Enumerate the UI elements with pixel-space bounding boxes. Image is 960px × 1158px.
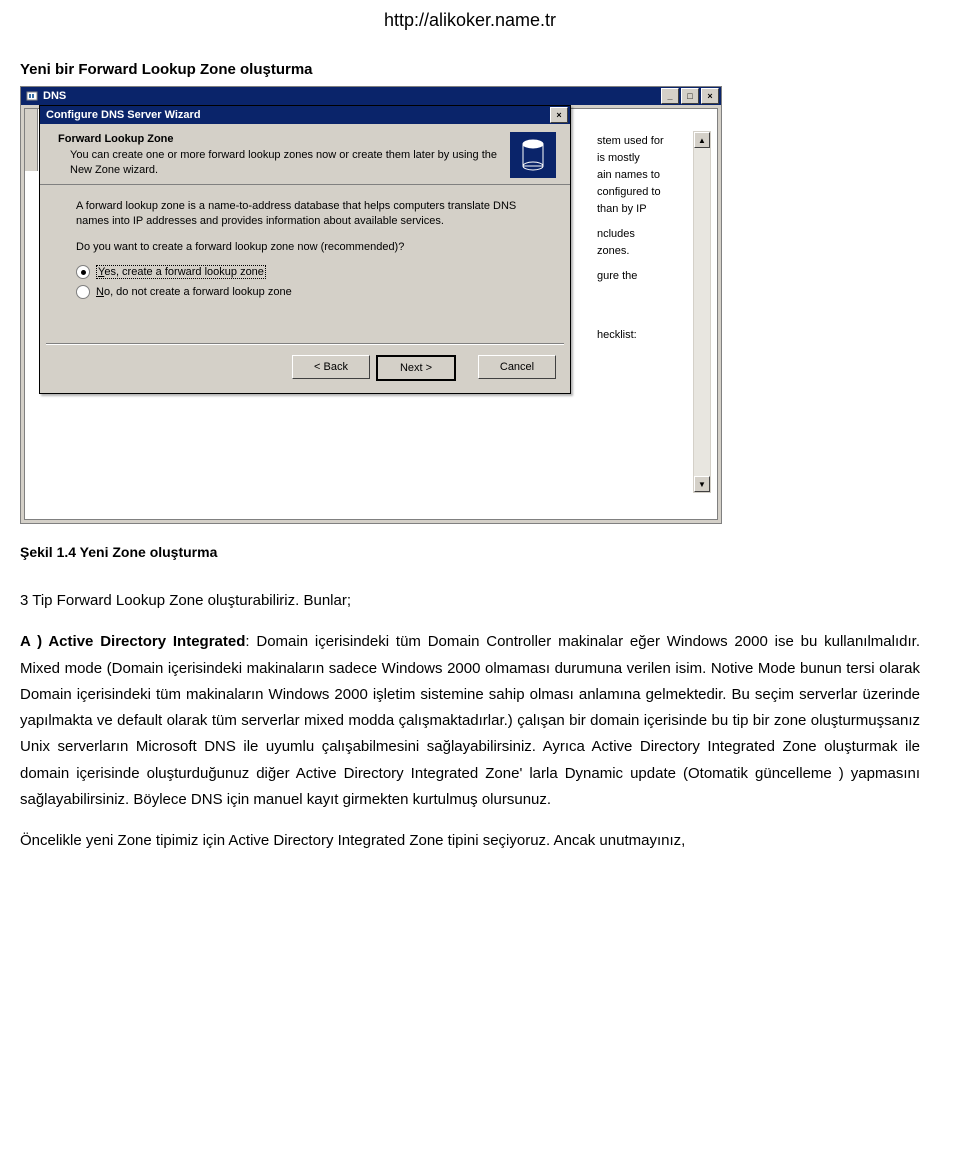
- radio-no-indicator: [76, 285, 90, 299]
- page-header-url: http://alikoker.name.tr: [20, 0, 920, 61]
- wizard-body: A forward lookup zone is a name-to-addre…: [40, 185, 570, 313]
- bg-text-line: hecklist:: [597, 327, 709, 344]
- paragraph-2-bold: A ) Active Directory Integrated: [20, 633, 245, 650]
- screenshot-area: DNS _ □ × ▲ ▼ stem used for is mostly ai…: [20, 86, 920, 524]
- wizard-header-subtitle: You can create one or more forward looku…: [70, 148, 502, 178]
- background-text-fragment: stem used for is mostly ain names to con…: [597, 133, 709, 344]
- wizard-question: Do you want to create a forward lookup z…: [76, 240, 548, 255]
- bg-text-line: than by IP: [597, 201, 709, 218]
- radio-no-accelerator: N: [96, 286, 104, 298]
- scroll-down-button[interactable]: ▼: [694, 476, 710, 492]
- dialog-close-button[interactable]: ×: [550, 107, 568, 123]
- radio-no-label: No, do not create a forward lookup zone: [96, 286, 292, 298]
- wizard-button-row: < Back Next > Cancel: [40, 345, 570, 393]
- window-controls: _ □ ×: [661, 88, 719, 104]
- mmc-inner-frame: ▲ ▼ stem used for is mostly ain names to…: [24, 108, 718, 520]
- article-paragraph-2: A ) Active Directory Integrated: Domain …: [20, 629, 920, 813]
- radio-no-text: o, do not create a forward lookup zone: [104, 286, 292, 298]
- minimize-button[interactable]: _: [661, 88, 679, 104]
- radio-yes-text: es, create a forward lookup zone: [104, 266, 264, 278]
- bg-text-line: zones.: [597, 243, 709, 260]
- toolbar-strip: [25, 109, 38, 171]
- mmc-title-text: DNS: [43, 90, 661, 102]
- radio-yes[interactable]: Yes, create a forward lookup zone: [76, 265, 548, 279]
- dns-icon: [25, 89, 39, 103]
- wizard-icon: [510, 132, 556, 178]
- paragraph-2-rest: : Domain içerisindeki tüm Domain Control…: [20, 633, 920, 808]
- article-paragraph-1: 3 Tip Forward Lookup Zone oluşturabiliri…: [20, 588, 920, 614]
- bg-text-line: configured to: [597, 184, 709, 201]
- radio-yes-label: Yes, create a forward lookup zone: [96, 265, 266, 279]
- next-button[interactable]: Next >: [376, 355, 456, 381]
- wizard-description: A forward lookup zone is a name-to-addre…: [76, 199, 548, 230]
- maximize-button[interactable]: □: [681, 88, 699, 104]
- radio-no[interactable]: No, do not create a forward lookup zone: [76, 285, 548, 299]
- dialog-title-text: Configure DNS Server Wizard: [46, 109, 550, 121]
- bg-text-line: gure the: [597, 268, 709, 285]
- article-paragraph-3: Öncelikle yeni Zone tipimiz için Active …: [20, 828, 920, 854]
- bg-text-line: stem used for: [597, 133, 709, 150]
- section-title: Yeni bir Forward Lookup Zone oluşturma: [20, 61, 920, 86]
- wizard-header: Forward Lookup Zone You can create one o…: [40, 124, 570, 185]
- mmc-window: DNS _ □ × ▲ ▼ stem used for is mostly ai…: [20, 86, 722, 524]
- wizard-header-title: Forward Lookup Zone: [58, 133, 502, 145]
- article-body: 3 Tip Forward Lookup Zone oluşturabiliri…: [20, 588, 920, 854]
- bg-text-line: is mostly: [597, 150, 709, 167]
- back-button[interactable]: < Back: [292, 355, 370, 379]
- radio-yes-indicator: [76, 265, 90, 279]
- wizard-dialog: Configure DNS Server Wizard × Forward Lo…: [39, 105, 571, 394]
- bg-text-line: ain names to: [597, 167, 709, 184]
- mmc-titlebar: DNS _ □ ×: [21, 87, 721, 105]
- dialog-titlebar: Configure DNS Server Wizard ×: [40, 106, 570, 124]
- cancel-button[interactable]: Cancel: [478, 355, 556, 379]
- bg-text-line: ncludes: [597, 226, 709, 243]
- figure-caption: Şekil 1.4 Yeni Zone oluşturma: [20, 544, 920, 560]
- close-button[interactable]: ×: [701, 88, 719, 104]
